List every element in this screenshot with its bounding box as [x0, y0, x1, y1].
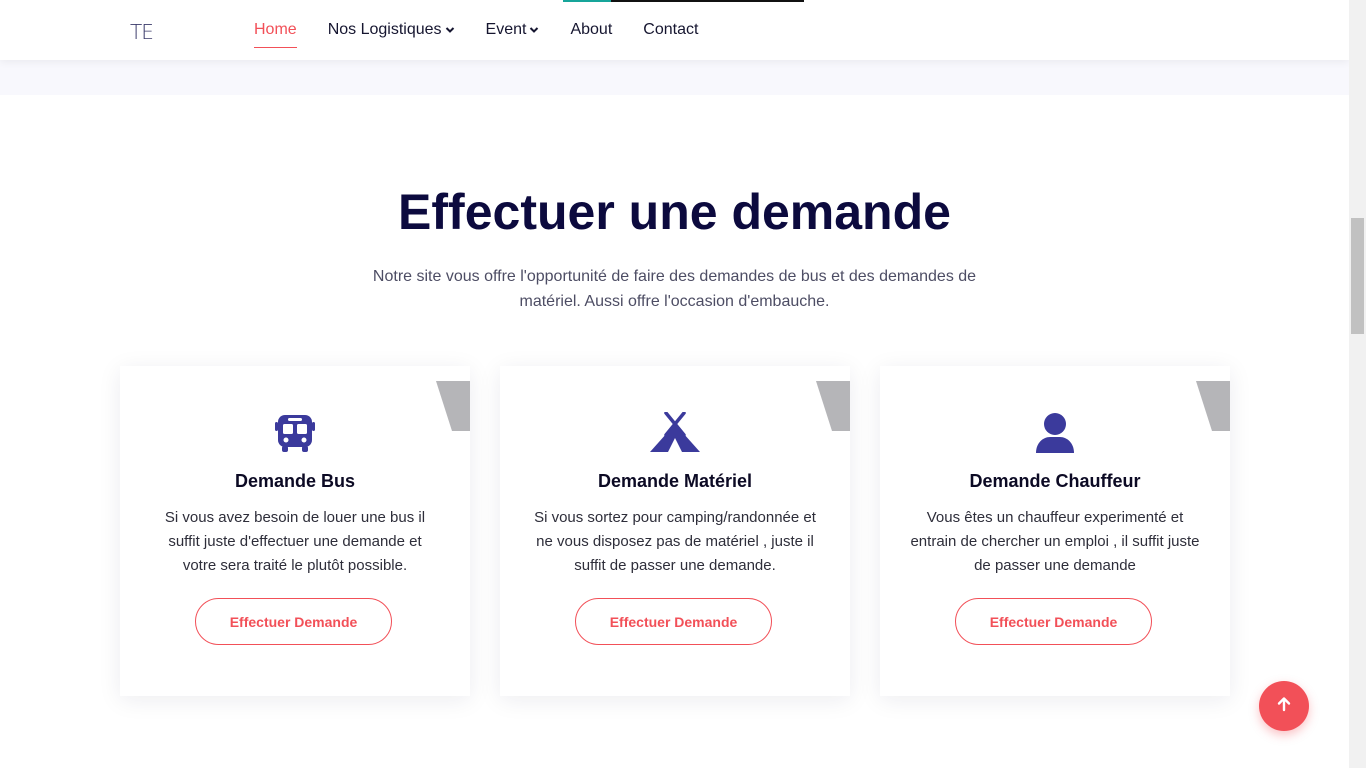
- nav-item-label: Event: [485, 21, 527, 38]
- nav-item-nos-logistiques[interactable]: Nos Logistiques: [328, 0, 455, 60]
- card-demande-chauffeur: Demande Chauffeur Vous êtes un chauffeur…: [880, 366, 1230, 696]
- section-subtitle: Notre site vous offre l'opportunité de f…: [372, 268, 977, 310]
- scroll-to-top-button[interactable]: [1259, 681, 1309, 731]
- user-icon: [880, 412, 1230, 454]
- scrollbar-thumb[interactable]: [1351, 218, 1364, 334]
- tent-icon: [500, 412, 850, 454]
- nav-item-label: Nos Logistiques: [327, 21, 442, 38]
- card-title: Demande Matériel: [597, 471, 753, 491]
- chevron-down-icon: [445, 26, 455, 34]
- chevron-down-icon: [529, 26, 539, 34]
- nav-item-label: Contact: [643, 21, 699, 38]
- card-description: Si vous sortez pour camping/randonnée et…: [534, 509, 816, 574]
- nav-item-event[interactable]: Event: [486, 0, 540, 60]
- site-logo[interactable]: TE: [130, 20, 154, 44]
- section-title: Effectuer une demande: [398, 184, 951, 240]
- card-description: Si vous avez besoin de louer une bus il …: [164, 509, 426, 574]
- card-title: Demande Bus: [234, 471, 356, 491]
- card-demande-materiel: Demande Matériel Si vous sortez pour cam…: [500, 366, 850, 696]
- header-band: [0, 60, 1349, 95]
- vertical-scrollbar[interactable]: [1349, 0, 1366, 768]
- card-description: Vous êtes un chauffeur experimenté et en…: [910, 509, 1200, 574]
- arrow-up-icon: [1276, 696, 1292, 717]
- main-nav: Home Nos Logistiques Event About Contact: [254, 0, 729, 60]
- effectuer-demande-button[interactable]: Effectuer Demande: [195, 598, 392, 645]
- card-title: Demande Chauffeur: [969, 471, 1141, 491]
- effectuer-demande-button[interactable]: Effectuer Demande: [955, 598, 1152, 645]
- nav-item-about[interactable]: About: [570, 0, 612, 60]
- card-demande-bus: Demande Bus Si vous avez besoin de louer…: [120, 366, 470, 696]
- effectuer-demande-button[interactable]: Effectuer Demande: [575, 598, 772, 645]
- nav-item-label: Home: [254, 21, 297, 38]
- site-header: TE Home Nos Logistiques Event About Cont…: [0, 0, 1349, 60]
- page: TE Home Nos Logistiques Event About Cont…: [0, 0, 1349, 768]
- nav-item-home[interactable]: Home: [254, 0, 297, 60]
- bus-icon: [120, 412, 470, 454]
- nav-item-contact[interactable]: Contact: [643, 0, 698, 60]
- nav-item-label: About: [570, 21, 613, 38]
